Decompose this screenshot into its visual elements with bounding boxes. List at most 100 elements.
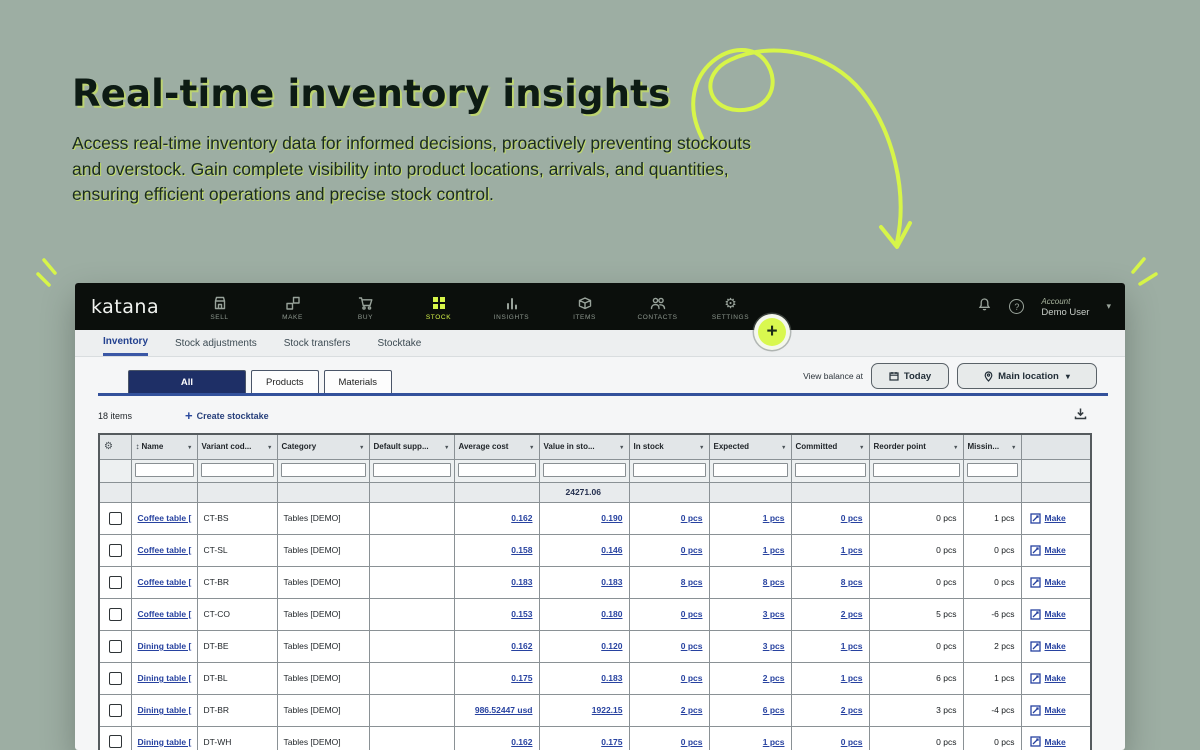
expected-link[interactable]: 1 pcs: [763, 545, 785, 555]
committed-link[interactable]: 2 pcs: [841, 609, 863, 619]
expected-link[interactable]: 3 pcs: [763, 641, 785, 651]
in-stock-filter-input[interactable]: [632, 463, 706, 477]
value-in-stock-link[interactable]: 0.146: [601, 545, 622, 555]
committed-link[interactable]: 2 pcs: [841, 705, 863, 715]
expected-link[interactable]: 3 pcs: [763, 609, 785, 619]
make-action-button[interactable]: Make: [1029, 544, 1085, 556]
category-filter-input[interactable]: [280, 463, 366, 477]
in-stock-link[interactable]: 0 pcs: [681, 545, 703, 555]
committed-link[interactable]: 1 pcs: [841, 673, 863, 683]
in-stock-link[interactable]: 8 pcs: [681, 577, 703, 587]
committed-link[interactable]: 0 pcs: [841, 737, 863, 747]
value-in-stock-link[interactable]: 0.120: [601, 641, 622, 651]
item-name-link[interactable]: Dining table [: [138, 673, 192, 683]
committed-link[interactable]: 8 pcs: [841, 577, 863, 587]
nav-item-insights[interactable]: INSIGHTS: [475, 292, 548, 321]
help-icon[interactable]: ?: [1009, 299, 1025, 314]
value-in-stock-link[interactable]: 0.180: [601, 609, 622, 619]
column-category-header[interactable]: Category ▼: [276, 433, 370, 460]
expected-link[interactable]: 1 pcs: [763, 513, 785, 523]
expected-link[interactable]: 8 pcs: [763, 577, 785, 587]
column-expected-header[interactable]: Expected ▼: [708, 433, 792, 460]
nav-item-sell[interactable]: SELL: [183, 292, 256, 321]
value-in-stock-link[interactable]: 1922.15: [592, 705, 623, 715]
value-in-stock-filter-input[interactable]: [542, 463, 626, 477]
row-checkbox[interactable]: [108, 703, 122, 717]
missing-filter-input[interactable]: [966, 463, 1018, 477]
row-checkbox[interactable]: [108, 543, 122, 557]
expected-link[interactable]: 2 pcs: [763, 673, 785, 683]
in-stock-link[interactable]: 0 pcs: [681, 737, 703, 747]
notifications-bell-icon[interactable]: [977, 297, 992, 317]
filter-pill-materials[interactable]: Materials: [323, 370, 393, 393]
column-name-header[interactable]: ↕ Name ▼: [130, 433, 198, 460]
make-action-button[interactable]: Make: [1029, 736, 1085, 747]
nav-item-stock-active[interactable]: STOCK: [402, 292, 475, 321]
tab-stocktake[interactable]: Stocktake: [377, 330, 421, 356]
average-cost-link[interactable]: 0.162: [511, 513, 532, 523]
column-average-cost-header[interactable]: Average cost ▼: [453, 433, 540, 460]
column-committed-header[interactable]: Committed ▼: [790, 433, 870, 460]
chevron-down-icon[interactable]: ▾: [1106, 301, 1111, 312]
filter-pill-all[interactable]: All: [128, 370, 246, 393]
tab-stock-adjustments[interactable]: Stock adjustments: [175, 330, 257, 356]
make-action-button[interactable]: Make: [1029, 640, 1085, 652]
average-cost-link[interactable]: 0.153: [511, 609, 532, 619]
average-cost-link[interactable]: 0.158: [511, 545, 532, 555]
row-checkbox[interactable]: [108, 607, 122, 621]
item-name-link[interactable]: Dining table [: [138, 737, 192, 747]
location-picker-button[interactable]: Main location ▾: [957, 363, 1097, 389]
in-stock-link[interactable]: 0 pcs: [681, 609, 703, 619]
make-action-button[interactable]: Make: [1029, 672, 1085, 684]
column-settings-header[interactable]: ⚙: [98, 433, 132, 460]
average-cost-filter-input[interactable]: [457, 463, 536, 477]
in-stock-link[interactable]: 0 pcs: [681, 641, 703, 651]
row-checkbox[interactable]: [108, 735, 122, 749]
nav-item-buy[interactable]: BUY: [329, 292, 402, 321]
nav-item-items[interactable]: ITEMS: [548, 292, 621, 321]
row-checkbox[interactable]: [108, 639, 122, 653]
row-checkbox[interactable]: [108, 575, 122, 589]
column-missing-header[interactable]: Missin... ▼: [962, 433, 1022, 460]
average-cost-link[interactable]: 0.183: [511, 577, 532, 587]
average-cost-link[interactable]: 0.162: [511, 641, 532, 651]
average-cost-link[interactable]: 0.162: [511, 737, 532, 747]
value-in-stock-link[interactable]: 0.183: [601, 577, 622, 587]
nav-item-settings[interactable]: ⚙ SETTINGS: [694, 292, 767, 321]
in-stock-link[interactable]: 0 pcs: [681, 673, 703, 683]
row-checkbox[interactable]: [108, 511, 122, 525]
committed-link[interactable]: 1 pcs: [841, 545, 863, 555]
in-stock-link[interactable]: 2 pcs: [681, 705, 703, 715]
item-name-link[interactable]: Dining table [: [138, 705, 192, 715]
average-cost-link[interactable]: 0.175: [511, 673, 532, 683]
row-checkbox[interactable]: [108, 671, 122, 685]
column-default-supplier-header[interactable]: Default supp... ▼: [368, 433, 455, 460]
committed-link[interactable]: 0 pcs: [841, 513, 863, 523]
item-name-link[interactable]: Coffee table [: [138, 577, 192, 587]
item-name-link[interactable]: Coffee table [: [138, 609, 192, 619]
tab-stock-transfers[interactable]: Stock transfers: [284, 330, 351, 356]
nav-item-contacts[interactable]: CONTACTS: [621, 292, 694, 321]
committed-filter-input[interactable]: [794, 463, 866, 477]
average-cost-link[interactable]: 986.52447 usd: [475, 705, 533, 715]
column-variant-code-header[interactable]: Variant cod... ▼: [196, 433, 278, 460]
export-download-icon[interactable]: [1074, 407, 1087, 425]
date-picker-button[interactable]: Today: [871, 363, 949, 389]
create-new-fab-button[interactable]: +: [758, 318, 786, 346]
column-reorder-point-header[interactable]: Reorder point ▼: [868, 433, 964, 460]
value-in-stock-link[interactable]: 0.183: [601, 673, 622, 683]
make-action-button[interactable]: Make: [1029, 608, 1085, 620]
make-action-button[interactable]: Make: [1029, 704, 1085, 716]
reorder-point-filter-input[interactable]: [872, 463, 960, 477]
committed-link[interactable]: 1 pcs: [841, 641, 863, 651]
account-menu[interactable]: Account Demo User: [1041, 296, 1089, 318]
value-in-stock-link[interactable]: 0.190: [601, 513, 622, 523]
column-in-stock-header[interactable]: In stock ▼: [628, 433, 710, 460]
name-filter-input[interactable]: [134, 463, 194, 477]
item-name-link[interactable]: Coffee table [: [138, 513, 192, 523]
nav-item-make[interactable]: MAKE: [256, 292, 329, 321]
column-value-in-stock-header[interactable]: Value in sto... ▼: [538, 433, 630, 460]
tab-inventory[interactable]: Inventory: [103, 330, 149, 356]
make-action-button[interactable]: Make: [1029, 512, 1085, 524]
item-name-link[interactable]: Dining table [: [138, 641, 192, 651]
